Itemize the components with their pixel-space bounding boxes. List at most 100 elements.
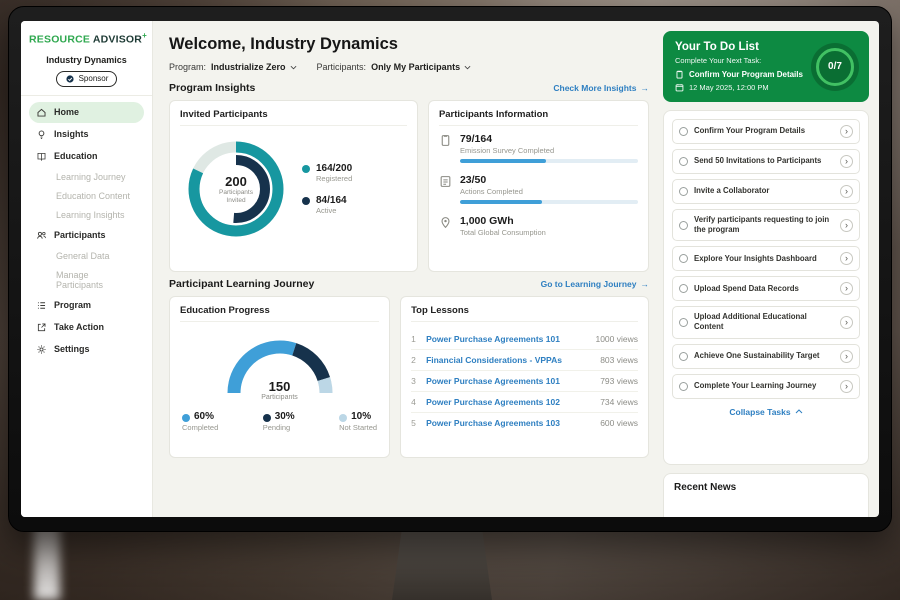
task-label: Invite a Collaborator (694, 186, 834, 196)
chevron-right-icon[interactable]: › (840, 316, 853, 329)
checklist-icon (439, 175, 452, 188)
active-label: Active (316, 206, 347, 215)
lesson-views: 600 views (600, 418, 638, 428)
lesson-views: 734 views (600, 397, 638, 407)
sidebar-item-participants[interactable]: Participants (29, 225, 144, 246)
lesson-rank: 5 (411, 418, 419, 428)
participants-filter: Participants: Only My Participants (317, 62, 472, 72)
program-insights-title: Program Insights (169, 82, 255, 94)
calendar-icon (675, 83, 684, 92)
lesson-link[interactable]: Power Purchase Agreements 101 (426, 376, 593, 386)
emission-survey-value: 79/164 (460, 133, 638, 145)
main-content: Welcome, Industry Dynamics Program: Indu… (153, 21, 661, 517)
sidebar-item-take-action[interactable]: Take Action (29, 317, 144, 338)
task-checkbox[interactable] (679, 157, 688, 166)
top-lessons-card: Top Lessons 1 Power Purchase Agreements … (400, 296, 649, 458)
gear-icon (36, 344, 47, 355)
lesson-row: 2 Financial Considerations - VPPAs 803 v… (411, 350, 638, 371)
education-progress-card: Education Progress 150 Participants (169, 296, 390, 458)
go-to-learning-journey-link[interactable]: Go to Learning Journey → (541, 279, 649, 289)
app-logo: RESOURCE ADVISOR+ (29, 31, 144, 46)
legend-item-completed: 60% Completed (182, 411, 218, 432)
sidebar-item-label: Education (54, 151, 98, 161)
page-title: Welcome, Industry Dynamics (169, 35, 649, 54)
logo-advisor: ADVISOR (93, 34, 142, 46)
task-row-invite-collaborator[interactable]: Invite a Collaborator › (672, 179, 860, 204)
task-row-explore-insights[interactable]: Explore Your Insights Dashboard › (672, 246, 860, 271)
lightbulb-icon (36, 129, 47, 140)
task-row-send-invitations[interactable]: Send 50 Invitations to Participants › (672, 149, 860, 174)
task-row-confirm-program[interactable]: Confirm Your Program Details › (672, 119, 860, 144)
sponsor-check-icon (65, 74, 75, 84)
task-checkbox[interactable] (679, 221, 688, 230)
sidebar-item-label: Participants (54, 230, 106, 240)
chevron-right-icon[interactable]: › (840, 350, 853, 363)
participants-filter-dropdown[interactable]: Only My Participants (371, 62, 471, 72)
chevron-right-icon[interactable]: › (840, 282, 853, 295)
chevron-right-icon[interactable]: › (840, 125, 853, 138)
lesson-link[interactable]: Power Purchase Agreements 101 (426, 334, 588, 344)
lesson-link[interactable]: Power Purchase Agreements 103 (426, 418, 593, 428)
task-label: Verify participants requesting to join t… (694, 215, 834, 235)
sidebar-item-label: Take Action (54, 322, 104, 332)
todo-next-task-label: Confirm Your Program Details (689, 70, 803, 79)
task-label: Upload Spend Data Records (694, 284, 834, 294)
task-row-upload-spend-data[interactable]: Upload Spend Data Records › (672, 276, 860, 301)
chevron-right-icon[interactable]: › (840, 185, 853, 198)
global-consumption-value: 1,000 GWh (460, 215, 638, 227)
chevron-right-icon[interactable]: › (840, 380, 853, 393)
people-icon (36, 230, 47, 241)
lesson-row: 1 Power Purchase Agreements 101 1000 vie… (411, 329, 638, 350)
chevron-right-icon[interactable]: › (840, 219, 853, 232)
lesson-link[interactable]: Power Purchase Agreements 102 (426, 397, 593, 407)
task-checkbox[interactable] (679, 284, 688, 293)
task-checkbox[interactable] (679, 127, 688, 136)
chevron-right-icon[interactable]: › (840, 155, 853, 168)
logo-resource: RESOURCE (29, 34, 90, 46)
lesson-rank: 3 (411, 376, 419, 386)
sidebar-item-label: Insights (54, 129, 89, 139)
lesson-views: 1000 views (595, 334, 638, 344)
sidebar-item-label: General Data (56, 251, 110, 261)
task-row-verify-participants[interactable]: Verify participants requesting to join t… (672, 209, 860, 241)
sidebar-item-education[interactable]: Education (29, 146, 144, 167)
sponsor-badge-label: Sponsor (79, 74, 109, 83)
actions-completed-label: Actions Completed (460, 187, 638, 196)
navy-dot-icon (302, 197, 310, 205)
check-more-insights-link[interactable]: Check More Insights → (553, 83, 649, 93)
sidebar-item-manage-participants[interactable]: Manage Participants (29, 266, 144, 294)
lesson-link[interactable]: Financial Considerations - VPPAs (426, 355, 593, 365)
participants-filter-value: Only My Participants (371, 62, 460, 72)
task-row-complete-learning-journey[interactable]: Complete Your Learning Journey › (672, 374, 860, 399)
sidebar-item-home[interactable]: Home (29, 102, 144, 123)
task-checkbox[interactable] (679, 318, 688, 327)
sidebar-item-insights[interactable]: Insights (29, 124, 144, 145)
lesson-rank: 4 (411, 397, 419, 407)
sidebar-item-general-data[interactable]: General Data (29, 247, 144, 265)
sidebar-item-label: Home (54, 107, 79, 117)
todo-next-task[interactable]: Confirm Your Program Details (675, 70, 805, 79)
sidebar-item-education-content[interactable]: Education Content (29, 187, 144, 205)
chevron-up-icon (795, 409, 803, 414)
task-checkbox[interactable] (679, 187, 688, 196)
link-label: Check More Insights (553, 83, 636, 93)
sidebar-item-program[interactable]: Program (29, 295, 144, 316)
chevron-right-icon[interactable]: › (840, 252, 853, 265)
pending-label: Pending (263, 423, 291, 432)
sidebar-item-settings[interactable]: Settings (29, 339, 144, 360)
task-checkbox[interactable] (679, 382, 688, 391)
task-row-achieve-target[interactable]: Achieve One Sustainability Target › (672, 344, 860, 369)
sidebar-item-learning-insights[interactable]: Learning Insights (29, 206, 144, 224)
sidebar-item-learning-journey[interactable]: Learning Journey (29, 168, 144, 186)
metric-actions-completed: 23/50 Actions Completed (439, 174, 638, 204)
task-checkbox[interactable] (679, 352, 688, 361)
program-filter-dropdown[interactable]: Industrialize Zero (211, 62, 297, 72)
org-name: Industry Dynamics (29, 55, 144, 65)
collapse-tasks-link[interactable]: Collapse Tasks (672, 407, 860, 417)
task-row-upload-educational-content[interactable]: Upload Additional Educational Content › (672, 306, 860, 338)
legend-item-not-started: 10% Not Started (339, 411, 377, 432)
lesson-row: 5 Power Purchase Agreements 103 600 view… (411, 413, 638, 433)
sponsor-badge[interactable]: Sponsor (56, 71, 118, 87)
task-checkbox[interactable] (679, 254, 688, 263)
todo-panel: Your To Do List Complete Your Next Task:… (661, 21, 879, 517)
